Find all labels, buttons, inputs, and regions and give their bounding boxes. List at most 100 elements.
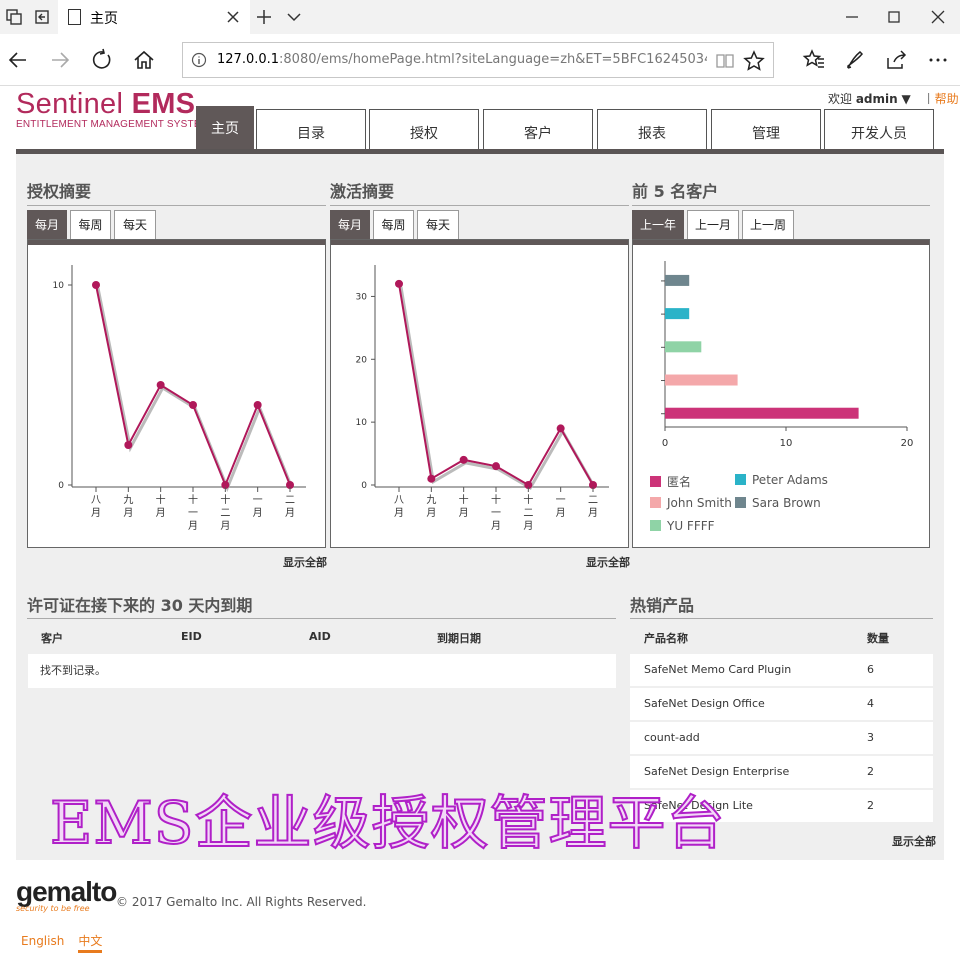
customers-tab-last-week[interactable]: 上一周: [742, 210, 794, 240]
refresh-icon[interactable]: [90, 48, 114, 72]
products-show-all-link[interactable]: 显示全部: [892, 833, 936, 849]
expiring-title: 许可证在接下来的 30 天内到期: [27, 592, 252, 616]
x-tick-label: 一月: [253, 495, 263, 519]
gemalto-logo: gemalto security to be free: [16, 876, 117, 913]
col-aid[interactable]: AID: [309, 630, 331, 643]
customers-chart-panel: 0 10 20 匿名 John Smith YU FFFF Peter Adams Sara…: [632, 239, 930, 548]
legend-swatch: [735, 497, 746, 508]
panel-topbar: [331, 240, 628, 245]
activation-line-chart: 0 10 20 30 八月九月十月 十一月 十二月 一月二月: [356, 265, 609, 532]
col-customer[interactable]: 客户: [41, 630, 63, 646]
activation-tab-monthly[interactable]: 每月: [330, 210, 370, 240]
nav-tab-admin[interactable]: 管理: [711, 109, 821, 150]
activation-show-all-link[interactable]: 显示全部: [586, 554, 630, 570]
product-name: SafeNet Design Office: [644, 697, 765, 710]
license-tab-monthly[interactable]: 每月: [27, 210, 67, 240]
browser-tab-home[interactable]: 主页: [58, 0, 250, 34]
nav-tab-developer[interactable]: 开发人员: [824, 109, 934, 150]
tab-stack-icon[interactable]: [5, 8, 23, 26]
chevron-down-icon[interactable]: [285, 8, 303, 26]
x-tick-label: 二月: [285, 495, 295, 519]
series-shadow: [96, 287, 294, 493]
more-options-icon[interactable]: [926, 48, 950, 72]
customers-tab-last-year[interactable]: 上一年: [632, 210, 684, 240]
col-eid[interactable]: EID: [181, 630, 202, 643]
expiring-title-b: 天内到期: [182, 596, 253, 615]
license-show-all-link[interactable]: 显示全部: [283, 554, 327, 570]
table-row[interactable]: SafeNet Memo Card Plugin 6: [630, 654, 933, 686]
activation-tab-daily[interactable]: 每天: [417, 210, 459, 240]
table-row[interactable]: SafeNet Design Office 4: [630, 688, 933, 720]
home-icon[interactable]: [132, 48, 156, 72]
series-shadow: [399, 286, 597, 491]
legend-item[interactable]: 匿名: [650, 473, 691, 490]
legend-swatch: [650, 476, 661, 487]
info-icon[interactable]: [191, 52, 207, 68]
pen-icon[interactable]: [843, 48, 867, 72]
url-host: 127.0.0.1: [217, 52, 280, 67]
nav-tab-reports[interactable]: 报表: [597, 109, 707, 150]
customers-tab-last-month[interactable]: 上一月: [687, 210, 739, 240]
data-point: [492, 462, 500, 471]
activation-tab-weekly[interactable]: 每周: [373, 210, 414, 240]
set-aside-tabs-icon[interactable]: [33, 8, 51, 26]
maximize-icon[interactable]: [885, 8, 903, 26]
reading-view-icon[interactable]: [715, 51, 735, 71]
sentinel-ems-logo[interactable]: Sentinel EMS ENTITLEMENT MANAGEMENT SYST…: [16, 88, 209, 130]
activation-chart-panel: 0 10 20 30 八月 九月 十月 十一月 十二月 一月 二月: [330, 239, 629, 548]
license-line-chart: 0 10 八月九月十月 十一月 十二月 一月二月: [53, 265, 306, 532]
data-point: [253, 401, 262, 409]
license-tab-daily[interactable]: 每天: [114, 210, 156, 240]
legend-swatch: [650, 520, 661, 531]
back-arrow-icon[interactable]: [6, 48, 30, 72]
table-row[interactable]: count-add 3: [630, 722, 933, 754]
license-tab-weekly[interactable]: 每周: [70, 210, 111, 240]
legend-item[interactable]: John Smith: [650, 496, 732, 510]
nav-tab-entitlements[interactable]: 授权: [369, 109, 479, 150]
col-expiry-date[interactable]: 到期日期: [437, 630, 481, 646]
y-tick-label: 10: [53, 281, 65, 291]
star-icon[interactable]: [743, 50, 765, 72]
legend-label: YU FFFF: [667, 519, 715, 533]
x-tick-label: 十月: [156, 493, 166, 519]
data-point: [459, 455, 468, 464]
minimize-icon[interactable]: [843, 8, 861, 26]
lang-english-link[interactable]: English: [21, 934, 64, 948]
legend-item[interactable]: YU FFFF: [650, 519, 715, 533]
x-tick-label: 十月: [459, 493, 469, 519]
data-point: [427, 474, 436, 483]
forward-arrow-icon[interactable]: [48, 48, 72, 72]
license-chart-panel: 0 10 八月 九月 十月 十一月 十二月 一月 二月: [27, 239, 326, 548]
username-menu[interactable]: admin: [856, 92, 898, 106]
hot-products-title: 热销产品: [630, 596, 695, 615]
legend-item[interactable]: Sara Brown: [735, 496, 821, 510]
x-tick-label: 九月: [123, 494, 133, 519]
new-tab-icon[interactable]: [255, 8, 273, 26]
share-icon[interactable]: [884, 48, 908, 72]
favorites-icon[interactable]: [802, 48, 826, 72]
section-rule: [330, 205, 629, 206]
x-tick-label: 20: [901, 438, 914, 449]
user-dropdown-icon[interactable]: ▼: [898, 92, 911, 106]
logo-subtitle: ENTITLEMENT MANAGEMENT SYSTEM: [16, 119, 210, 130]
expiring-title-a: 许可证在接下来的: [27, 596, 161, 615]
product-quantity: 2: [867, 765, 874, 778]
nav-tab-catalog[interactable]: 目录: [256, 109, 366, 150]
close-tab-icon[interactable]: [224, 8, 242, 26]
user-bar: 欢迎 admin ▼ 丨帮助: [828, 90, 959, 107]
url-input[interactable]: 127.0.0.1:8080/ems/homePage.html?siteLan…: [182, 42, 774, 78]
col-quantity[interactable]: 数量: [867, 630, 889, 646]
legend-item[interactable]: Peter Adams: [735, 473, 828, 487]
y-tick-label: 0: [58, 481, 64, 491]
col-product-name[interactable]: 产品名称: [644, 630, 688, 646]
nav-tab-home[interactable]: 主页: [196, 106, 254, 150]
help-link[interactable]: 帮助: [935, 92, 959, 106]
x-tick-label: 九月: [426, 494, 436, 519]
url-path: :8080/ems/homePage.html?siteLanguage=zh&…: [279, 52, 707, 67]
y-tick-label: 10: [356, 418, 368, 428]
section-rule: [632, 205, 930, 206]
nav-tab-customers[interactable]: 客户: [483, 109, 593, 150]
product-quantity: 2: [867, 799, 874, 812]
close-window-icon[interactable]: [929, 8, 947, 26]
lang-chinese-link[interactable]: 中文: [78, 934, 103, 953]
